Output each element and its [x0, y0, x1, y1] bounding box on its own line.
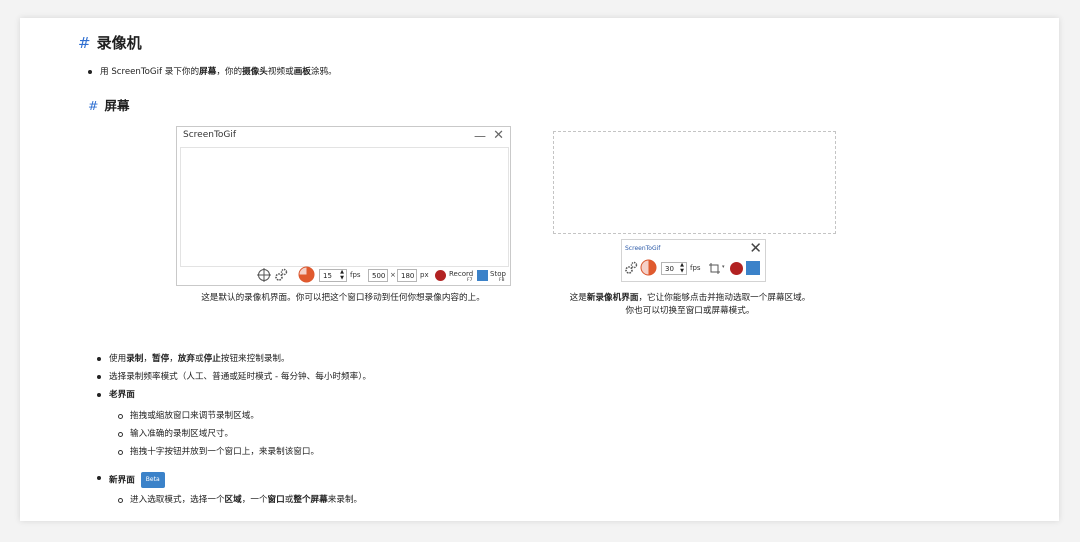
stop-icon [477, 270, 488, 281]
sub-list-item: 拖拽十字按钮并放到一个窗口上，来录制该窗口。 [117, 447, 320, 457]
fps-label: fps [350, 271, 361, 279]
old-recorder-caption: 这是默认的录像机界面。你可以把这个窗口移动到任何你想录像内容的上。 [201, 293, 485, 303]
beta-badge: Beta [140, 472, 165, 488]
frequency-icon[interactable] [298, 266, 315, 283]
section-anchor[interactable]: # [88, 98, 98, 113]
settings-gear-icon[interactable] [275, 268, 288, 281]
window-titlebar[interactable]: ScreenToGif — ✕ [177, 127, 510, 147]
fps-label: fps [690, 264, 701, 272]
px-label: px [420, 271, 429, 279]
stepper-arrows-icon[interactable]: ▲ ▼ [340, 269, 344, 281]
crop-mode-icon[interactable] [708, 262, 722, 275]
sub-list-item: 输入准确的录制区域尺寸。 [117, 429, 234, 439]
list-item: 新界面 Beta [97, 472, 165, 488]
heading-anchor[interactable]: # [78, 34, 91, 52]
list-item: 使用录制，暂停，放弃或停止按钮来控制录制。 [97, 354, 290, 364]
times-sign: × [390, 271, 396, 279]
sub-list-item: 进入选取模式，选择一个区域，一个窗口或整个屏幕来录制。 [117, 495, 363, 505]
selection-area[interactable] [553, 131, 836, 234]
intro-bullet: 用 ScreenToGif 录下你的屏幕，你的摄像头视频或画板涂鸦。 [88, 67, 337, 77]
stepper-arrows-icon[interactable]: ▲ ▼ [680, 262, 684, 274]
record-icon[interactable] [730, 262, 743, 275]
minimize-button[interactable]: — [474, 129, 486, 143]
fps-stepper[interactable]: 30 ▲ ▼ [661, 262, 687, 275]
page-title: # 录像机 [78, 34, 142, 52]
new-recorder-title: ScreenToGif [625, 245, 661, 252]
close-button[interactable]: ✕ [749, 239, 762, 257]
list-item: 老界面 [97, 390, 135, 400]
chevron-down-icon[interactable]: ▾ [722, 264, 725, 270]
content-card: # 录像机 用 ScreenToGif 录下你的屏幕，你的摄像头视频或画板涂鸦。 … [20, 18, 1059, 521]
record-icon [435, 270, 446, 281]
frequency-icon[interactable] [640, 259, 657, 276]
list-item: 选择录制频率模式（人工、普通或延时模式 - 每分钟、每小时频率）。 [96, 372, 372, 382]
recorder-toolbar: 15 ▲ ▼ fps 500 × 180 px Record F7 Stop F8 [177, 266, 510, 285]
stop-icon[interactable] [746, 261, 760, 275]
new-recorder-bar[interactable]: ScreenToGif ✕ 30 ▲ ▼ fps ▾ [621, 239, 766, 282]
old-recorder-window[interactable]: ScreenToGif — ✕ 15 ▲ ▼ fps 500 × 180 px … [176, 126, 511, 286]
sub-list-item: 拖拽或缩放窗口来调节录制区域。 [118, 411, 259, 421]
fps-stepper[interactable]: 15 ▲ ▼ [319, 269, 347, 282]
close-button[interactable]: ✕ [493, 128, 504, 143]
section-title: # 屏幕 [88, 98, 130, 113]
width-input[interactable]: 500 [368, 269, 388, 282]
height-input[interactable]: 180 [397, 269, 417, 282]
settings-gear-icon[interactable] [625, 261, 638, 274]
stop-button[interactable]: Stop F8 [477, 268, 509, 284]
capture-area[interactable] [180, 147, 509, 267]
window-title: ScreenToGif [183, 130, 237, 140]
new-recorder-caption: 这是新录像机界面，它让你能够点击并拖动选取一个屏幕区域。 你也可以切换至窗口或屏… [569, 293, 811, 316]
crosshair-icon[interactable] [257, 268, 271, 282]
record-button[interactable]: Record F7 [435, 268, 477, 284]
